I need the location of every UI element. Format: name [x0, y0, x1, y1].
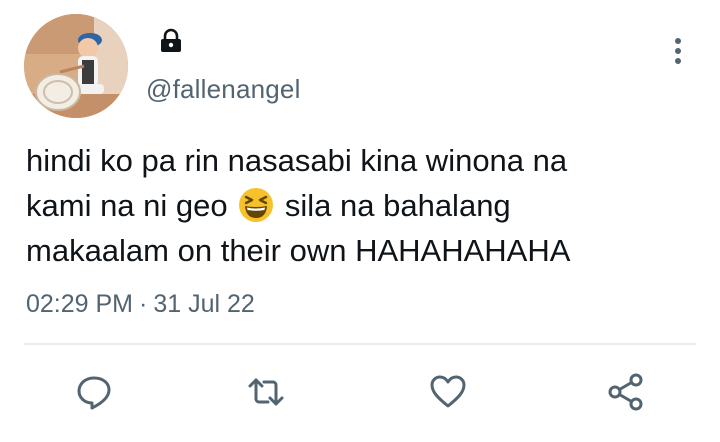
- like-button[interactable]: [428, 372, 468, 412]
- avatar-photo: [24, 14, 128, 118]
- tweet-card: @fallenangel hindi ko pa rin nasasabi ki…: [0, 0, 720, 442]
- reply-icon: [77, 376, 111, 410]
- lock-icon: [161, 28, 181, 52]
- tweet-text-line: makaalam on their own HAHAHAHAHA: [26, 233, 571, 268]
- share-icon: [608, 373, 643, 411]
- tweet-date: 31 Jul 22: [153, 290, 255, 318]
- tweet-time: 02:29 PM: [26, 290, 134, 318]
- retweet-button[interactable]: [246, 372, 286, 412]
- tweet-text: hindi ko pa rin nasasabi kina winona na …: [26, 138, 696, 273]
- reply-button[interactable]: [74, 372, 114, 412]
- avatar[interactable]: [24, 14, 128, 118]
- grinning-squinting-face-emoji-icon: [239, 188, 274, 222]
- more-vertical-icon[interactable]: [666, 36, 690, 66]
- share-button[interactable]: [606, 372, 646, 412]
- meta-separator: ·: [139, 290, 148, 318]
- user-handle[interactable]: @fallenangel: [146, 74, 301, 105]
- tweet-text-segment: kami na ni geo: [26, 188, 228, 223]
- tweet-text-segment: sila na bahalang: [284, 188, 511, 223]
- tweet-text-line: hindi ko pa rin nasasabi kina winona na: [26, 143, 568, 178]
- tweet-timestamp[interactable]: 02:29 PM · 31 Jul 22: [26, 290, 255, 319]
- tweet-text-line: kami na ni geo sila na bahalang: [26, 183, 696, 228]
- divider: [24, 343, 696, 345]
- retweet-icon: [248, 378, 284, 406]
- heart-icon: [430, 375, 466, 408]
